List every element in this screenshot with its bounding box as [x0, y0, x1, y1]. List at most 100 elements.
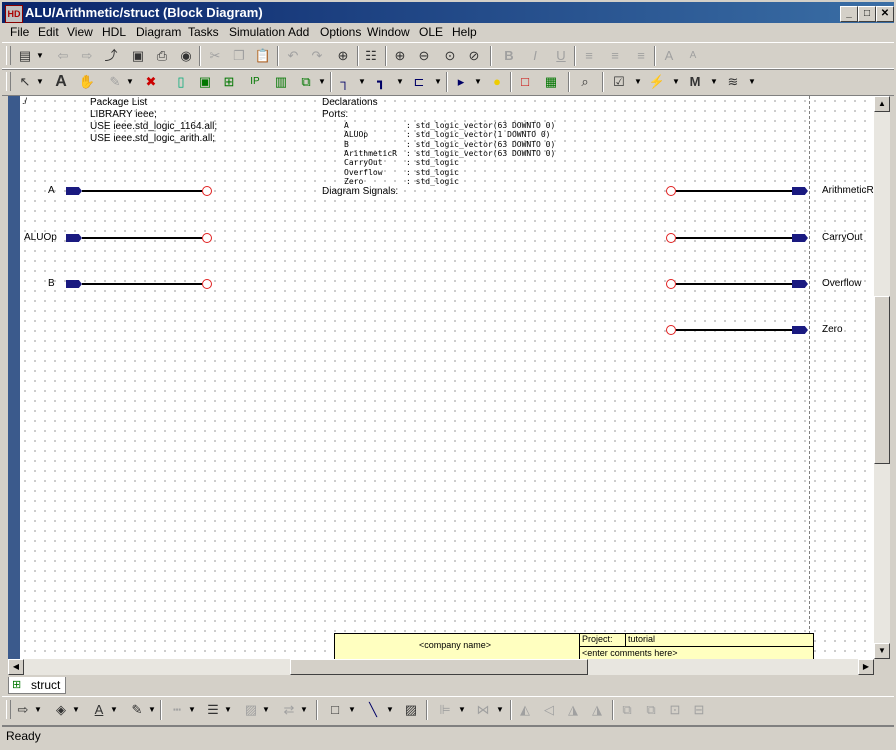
input-port-label[interactable]: A — [48, 185, 55, 196]
output-net-carryout[interactable] — [676, 237, 794, 239]
bring-front-icon[interactable]: ⧉ — [618, 701, 636, 719]
toolbar-grip[interactable] — [6, 700, 11, 719]
align-center-icon[interactable]: ≡ — [606, 47, 624, 65]
bundle-icon[interactable]: ⊏ — [410, 73, 428, 91]
frame-icon[interactable]: ▥ — [272, 73, 290, 91]
cut-icon[interactable]: ✂ — [206, 47, 224, 65]
minimize-button[interactable]: _ — [840, 6, 858, 22]
synthesis-icon[interactable]: ≋ — [724, 73, 742, 91]
close-button[interactable]: ✕ — [876, 6, 894, 22]
menu-ole[interactable]: OLE — [419, 25, 443, 39]
input-net-aluop[interactable] — [82, 237, 202, 239]
chevron-down-icon[interactable]: ▼ — [748, 73, 756, 91]
text-tool-icon[interactable]: A — [52, 73, 70, 91]
pattern-icon[interactable]: ▨ — [242, 701, 260, 719]
chevron-down-icon[interactable]: ▼ — [72, 701, 80, 719]
output-port-label[interactable]: Zero — [822, 324, 843, 335]
output-net-overflow[interactable] — [676, 283, 794, 285]
align-left-icon[interactable]: ≡ — [580, 47, 598, 65]
component-icon[interactable]: ▯ — [172, 73, 190, 91]
chevron-down-icon[interactable]: ▼ — [458, 701, 466, 719]
chevron-down-icon[interactable]: ▼ — [358, 73, 366, 91]
zoom-out-icon[interactable]: ⊖ — [415, 47, 433, 65]
menu-options[interactable]: Options — [320, 25, 361, 39]
maximize-button[interactable]: □ — [858, 6, 876, 22]
chevron-down-icon[interactable]: ▼ — [710, 73, 718, 91]
scroll-left-icon[interactable]: ◀ — [8, 659, 24, 675]
input-net-a[interactable] — [82, 190, 202, 192]
check-icon[interactable]: ☑ — [610, 73, 628, 91]
hdl-view-icon[interactable]: ⌕ — [576, 73, 594, 91]
chevron-down-icon[interactable]: ▼ — [110, 701, 118, 719]
chevron-down-icon[interactable]: ▼ — [348, 701, 356, 719]
scroll-down-icon[interactable]: ▼ — [874, 643, 890, 659]
line-shape-icon[interactable]: ╲ — [364, 701, 382, 719]
input-port-aluop[interactable] — [66, 234, 82, 242]
horizontal-scrollbar[interactable]: ◀ ▶ — [8, 659, 874, 675]
chevron-down-icon[interactable]: ▼ — [300, 701, 308, 719]
vertical-scroll-thumb[interactable] — [874, 296, 890, 464]
menu-view[interactable]: View — [67, 25, 93, 39]
chevron-down-icon[interactable]: ▼ — [386, 701, 394, 719]
font-color-icon[interactable]: A — [90, 701, 108, 719]
output-port-label[interactable]: CarryOut — [822, 232, 863, 243]
up-folder-icon[interactable]: ⤴ — [102, 47, 120, 65]
group-icon[interactable]: ⊡ — [666, 701, 684, 719]
net-endpoint[interactable] — [202, 186, 212, 196]
output-net-arithmeticr[interactable] — [676, 190, 794, 192]
app-icon[interactable]: HD — [5, 5, 23, 23]
send-back-icon[interactable]: ⧉ — [642, 701, 660, 719]
toolbar-grip[interactable] — [6, 46, 11, 65]
menu-hdl[interactable]: HDL — [102, 25, 126, 39]
bold-icon[interactable]: B — [500, 47, 518, 65]
input-port-label[interactable]: B — [48, 278, 55, 289]
rotate-right-icon[interactable]: ◮ — [588, 701, 606, 719]
comments-field[interactable]: <enter comments here> — [582, 648, 678, 658]
distribute-icon[interactable]: ⋈ — [474, 701, 492, 719]
project-value[interactable]: tutorial — [628, 634, 655, 644]
net-endpoint[interactable] — [666, 233, 676, 243]
font-grow-icon[interactable]: A — [660, 47, 678, 65]
modelsim-icon[interactable]: M — [686, 73, 704, 91]
font-shrink-icon[interactable]: A — [684, 47, 702, 65]
back-arrow-icon[interactable]: ⇦ — [54, 47, 72, 65]
chevron-down-icon[interactable]: ▼ — [188, 701, 196, 719]
output-port-zero[interactable] — [792, 326, 808, 334]
title-block[interactable]: <company name> Project: tutorial <enter … — [334, 633, 814, 659]
chevron-down-icon[interactable]: ▼ — [672, 73, 680, 91]
output-port-arithmeticr[interactable] — [792, 187, 808, 195]
chevron-down-icon[interactable]: ▼ — [262, 701, 270, 719]
diagram-canvas[interactable]: ./ Package List LIBRARY ieee; USE ieee.s… — [20, 96, 874, 659]
align-right-icon[interactable]: ≡ — [632, 47, 650, 65]
chevron-down-icon[interactable]: ▼ — [634, 73, 642, 91]
arrow-style-icon[interactable]: ⇄ — [280, 701, 298, 719]
net-endpoint[interactable] — [666, 325, 676, 335]
image-icon[interactable]: ▨ — [402, 701, 420, 719]
wire-icon[interactable]: ┐ — [336, 73, 354, 91]
generate-icon[interactable]: ⧉ — [297, 73, 315, 91]
print-icon[interactable]: ⎙ — [153, 47, 171, 65]
net-endpoint[interactable] — [202, 279, 212, 289]
tab-struct[interactable]: ⊞ struct — [8, 677, 66, 694]
save-icon[interactable]: ▣ — [129, 47, 147, 65]
line-style-icon[interactable]: ┅ — [168, 701, 186, 719]
scroll-up-icon[interactable]: ▲ — [874, 96, 890, 112]
chevron-down-icon[interactable]: ▼ — [224, 701, 232, 719]
menu-diagram[interactable]: Diagram — [136, 25, 181, 39]
forward-arrow-icon[interactable]: ⇨ — [78, 47, 96, 65]
horizontal-scroll-thumb[interactable] — [290, 659, 588, 675]
chevron-down-icon[interactable]: ▼ — [36, 73, 44, 91]
zoom-area-icon[interactable]: ⊘ — [465, 47, 483, 65]
flip-horizontal-icon[interactable]: ◭ — [516, 701, 534, 719]
menu-help[interactable]: Help — [452, 25, 477, 39]
input-port-label[interactable]: ALUOp — [24, 232, 57, 243]
chevron-down-icon[interactable]: ▼ — [396, 73, 404, 91]
rectangle-icon[interactable]: □ — [516, 73, 534, 91]
undo-icon[interactable]: ↶ — [284, 47, 302, 65]
declarations-heading[interactable]: Declarations — [322, 97, 378, 108]
ip-block-icon[interactable]: IP — [246, 73, 264, 91]
select-arrow-icon[interactable]: ↖ — [16, 73, 34, 91]
rectangle-shape-icon[interactable]: □ — [326, 701, 344, 719]
chevron-down-icon[interactable]: ▼ — [36, 47, 44, 65]
zoom-in-icon[interactable]: ⊕ — [391, 47, 409, 65]
